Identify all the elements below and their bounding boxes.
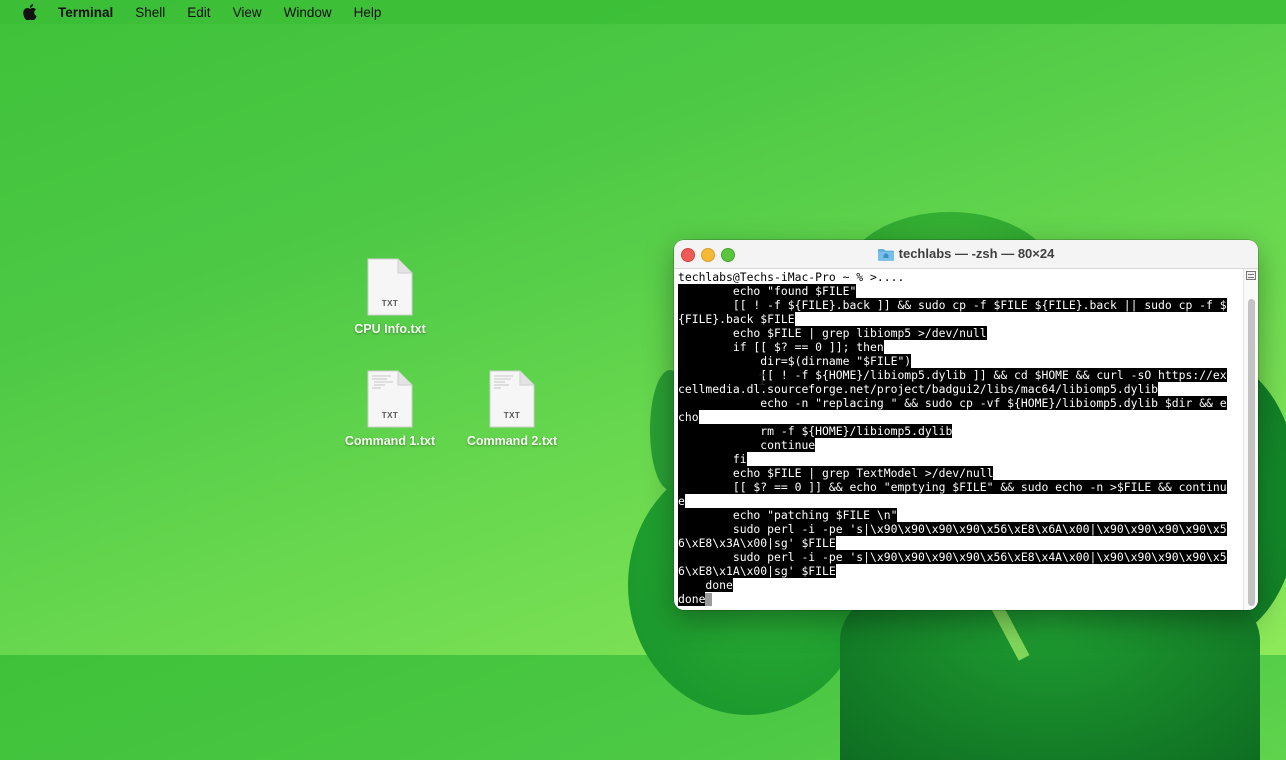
selected-text: echo "patching $FILE \n" xyxy=(678,508,898,522)
selected-text: e xyxy=(678,494,685,508)
output-line: if [[ $? == 0 ]]; then xyxy=(678,340,1244,354)
selected-text: echo "found $FILE" xyxy=(678,284,857,298)
desktop-file-cpu-info[interactable]: TXT CPU Info.txt xyxy=(330,258,450,336)
split-pane-icon[interactable] xyxy=(1246,271,1256,280)
scrollbar[interactable] xyxy=(1243,269,1258,610)
output-line: dir=$(dirname "$FILE") xyxy=(678,354,1244,368)
output-line: sudo perl -i -pe 's|\x90\x90\x90\x90\x56… xyxy=(678,550,1244,564)
scrollbar-thumb[interactable] xyxy=(1248,299,1255,606)
output-line: 6\xE8\x3A\x00|sg' $FILE xyxy=(678,536,1244,550)
selected-text: cho xyxy=(678,410,699,424)
output-line: rm -f ${HOME}/libiomp5.dylib xyxy=(678,424,1244,438)
window-title: techlabs — -zsh — 80×24 xyxy=(674,246,1258,261)
output-line: [[ $? == 0 ]] && echo "emptying $FILE" &… xyxy=(678,480,1244,494)
output-line: echo $FILE | grep libiomp5 >/dev/null xyxy=(678,326,1244,340)
file-label: Command 1.txt xyxy=(344,434,436,448)
selected-text: cellmedia.dl.sourceforge.net/project/bad… xyxy=(678,382,1159,396)
output-line: echo "found $FILE" xyxy=(678,284,1244,298)
output-line: sudo perl -i -pe 's|\x90\x90\x90\x90\x56… xyxy=(678,522,1244,536)
selected-text: echo $FILE | grep TextModel >/dev/null xyxy=(678,466,994,480)
menu-bar: Terminal Shell Edit View Window Help xyxy=(0,0,1286,24)
selected-text: echo $FILE | grep libiomp5 >/dev/null xyxy=(678,326,987,340)
desktop-file-command-2[interactable]: TXT Command 2.txt xyxy=(452,370,572,448)
text-cursor-ibeam-icon: I xyxy=(758,373,767,389)
output-line: echo $FILE | grep TextModel >/dev/null xyxy=(678,466,1244,480)
selected-text: fi xyxy=(678,452,747,466)
output-line: done xyxy=(678,592,1244,606)
menu-edit[interactable]: Edit xyxy=(187,5,210,20)
selected-text: dir=$(dirname "$FILE") xyxy=(678,354,912,368)
selected-text: if [[ $? == 0 ]]; then xyxy=(678,340,884,354)
txt-file-icon: TXT xyxy=(367,258,413,316)
output-line: echo -n "replacing " && sudo cp -vf ${HO… xyxy=(678,396,1244,410)
desktop-file-command-1[interactable]: TXT Command 1.txt xyxy=(330,370,450,448)
terminal-window[interactable]: techlabs — -zsh — 80×24 techlabs@Techs-i… xyxy=(674,240,1258,610)
file-label: Command 2.txt xyxy=(466,434,558,448)
output-line: continue xyxy=(678,438,1244,452)
file-label: CPU Info.txt xyxy=(354,322,426,336)
txt-file-icon: TXT xyxy=(367,370,413,428)
selected-text: done xyxy=(678,578,733,592)
selected-text: [[ $? == 0 ]] && echo "emptying $FILE" &… xyxy=(678,480,1227,494)
title-bar[interactable]: techlabs — -zsh — 80×24 xyxy=(674,240,1258,269)
selected-text: [[ ! -f ${FILE}.back ]] && sudo cp -f $F… xyxy=(678,298,1227,312)
selected-text: sudo perl -i -pe 's|\x90\x90\x90\x90\x56… xyxy=(678,550,1227,564)
output-line: echo "patching $FILE \n" xyxy=(678,508,1244,522)
apple-logo-icon[interactable] xyxy=(20,2,40,22)
selected-text: rm -f ${HOME}/libiomp5.dylib xyxy=(678,424,953,438)
output-line: 6\xE8\x1A\x00|sg' $FILE xyxy=(678,564,1244,578)
output-line: [[ ! -f ${FILE}.back ]] && sudo cp -f $F… xyxy=(678,298,1244,312)
txt-file-icon: TXT xyxy=(489,370,535,428)
selected-text: 6\xE8\x1A\x00|sg' $FILE xyxy=(678,564,836,578)
home-folder-icon xyxy=(877,247,894,261)
prompt-line: techlabs@Techs-iMac-Pro ~ % >.... xyxy=(678,270,905,284)
menu-view[interactable]: View xyxy=(233,5,262,20)
menu-help[interactable]: Help xyxy=(354,5,382,20)
terminal-cursor xyxy=(705,593,713,606)
output-line: {FILE}.back $FILE xyxy=(678,312,1244,326)
output-line: e xyxy=(678,494,1244,508)
selected-text: {FILE}.back $FILE xyxy=(678,312,795,326)
window-title-text: techlabs — -zsh — 80×24 xyxy=(898,246,1055,261)
output-line: cho xyxy=(678,410,1244,424)
menu-app-terminal[interactable]: Terminal xyxy=(58,5,113,20)
output-line: fi xyxy=(678,452,1244,466)
menu-window[interactable]: Window xyxy=(284,5,332,20)
terminal-output[interactable]: techlabs@Techs-iMac-Pro ~ % >.... echo "… xyxy=(674,269,1244,610)
selected-text: continue xyxy=(678,438,816,452)
selected-text: done xyxy=(678,592,706,606)
selected-text: 6\xE8\x3A\x00|sg' $FILE xyxy=(678,536,836,550)
output-line: done xyxy=(678,578,1244,592)
selected-text: echo -n "replacing " && sudo cp -vf ${HO… xyxy=(678,396,1227,410)
selected-text: sudo perl -i -pe 's|\x90\x90\x90\x90\x56… xyxy=(678,522,1227,536)
menu-shell[interactable]: Shell xyxy=(135,5,165,20)
